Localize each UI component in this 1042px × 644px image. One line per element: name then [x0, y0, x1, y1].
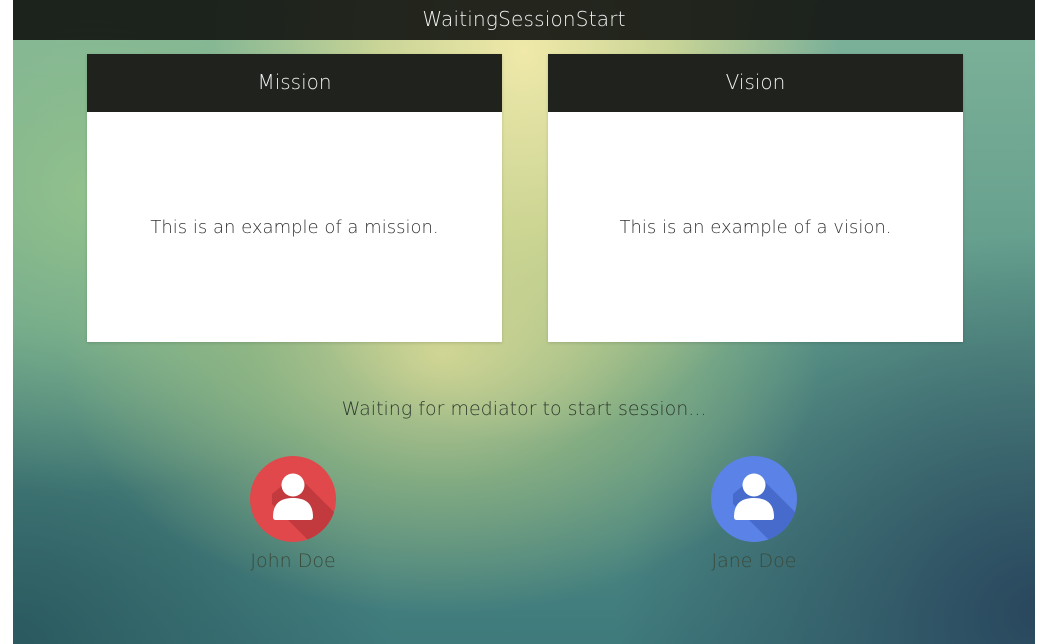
mission-card-header: Mission	[87, 54, 502, 112]
app-window: WaitingSessionStart Mission This is an e…	[13, 0, 1035, 644]
vision-text: This is an example of a vision.	[619, 216, 892, 238]
vision-card-body: This is an example of a vision.	[548, 112, 963, 342]
participant-jane-doe: Jane Doe	[674, 456, 834, 572]
vision-card: Vision This is an example of a vision.	[548, 54, 963, 342]
participant-john-doe: John Doe	[213, 456, 373, 572]
vision-card-header: Vision	[548, 54, 963, 112]
vision-title: Vision	[725, 70, 786, 94]
mission-title: Mission	[257, 70, 332, 94]
waiting-status-text: Waiting for mediator to start session...	[341, 398, 707, 420]
user-icon	[250, 456, 336, 542]
participant-name: John Doe	[250, 550, 336, 572]
mission-card-body: This is an example of a mission.	[87, 112, 502, 342]
window-title-bar: WaitingSessionStart	[13, 0, 1035, 40]
window-title: WaitingSessionStart	[422, 7, 626, 31]
participant-name: Jane Doe	[711, 550, 797, 572]
mission-card: Mission This is an example of a mission.	[87, 54, 502, 342]
user-icon	[711, 456, 797, 542]
avatar	[250, 456, 336, 542]
mission-text: This is an example of a mission.	[150, 216, 439, 238]
avatar	[711, 456, 797, 542]
